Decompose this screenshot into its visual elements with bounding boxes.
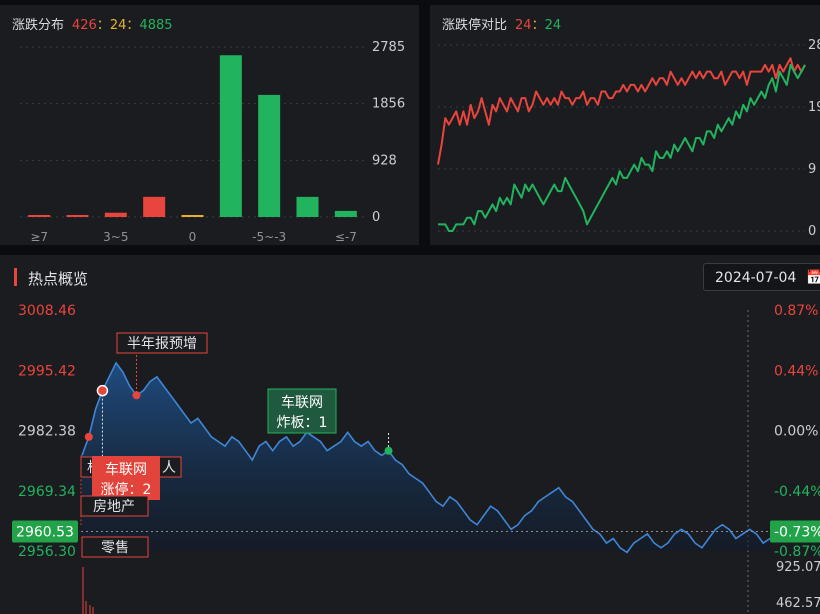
bar [296,196,319,217]
x-tick-label: ≥7 [30,230,48,244]
bar [28,215,51,217]
y-left-tick: 2956.30 [18,544,76,560]
bar [258,94,281,217]
y-right-tick: -0.87% [774,544,820,560]
x-tick-label: 3~5 [103,230,128,244]
annotation-car-network-title: 车联网 [281,394,323,411]
current-price-value: 2960.53 [16,524,74,540]
y-tick-label: 1856 [372,97,405,112]
bar [219,55,242,218]
annotation-retail: 零售 [101,540,129,556]
annotation-limit-up-detail: 涨停：2 [101,481,152,498]
y-tick-label: 9 [808,162,816,177]
y-tick-label: 28 [808,38,820,53]
y-right-tick: 0.00% [774,424,818,440]
y-left-tick: 2969.34 [18,484,76,500]
y-right-tick: 0.87% [774,303,818,319]
series-line [437,57,806,165]
y-right-tick: 0.44% [774,363,818,379]
y-tick-label: 0 [372,210,380,225]
y-right-tick: -0.44% [774,484,820,500]
bar [66,215,89,217]
y-left-tick: 2982.38 [18,424,76,440]
y-left-tick: 3008.46 [18,303,76,319]
volume-tick: 925.07 [776,560,820,575]
event-marker [96,384,109,397]
x-tick-label: -5~-3 [252,230,286,244]
y-tick-label: 19 [808,100,820,115]
x-tick-label: 0 [189,230,197,244]
annotation-limit-up-title: 车联网 [105,461,147,478]
y-tick-label: 928 [372,153,397,168]
event-marker [84,432,93,441]
bar [334,210,357,217]
current-pct-value: -0.73% [774,524,820,540]
distribution-chart: 2785 1856 928 0 ≥7 3~5 0 -5~-3 ≤-7 [20,40,405,244]
price-area [82,362,770,553]
distribution-panel: 涨跌分布 426：24：4885 2785 1856 928 0 ≥7 3~5 0 -5~-3 ≤… [0,5,419,245]
x-tick-label: ≤-7 [335,230,357,244]
annotation-half-year: 半年报预增 [127,336,197,352]
hotspot-chart: 3008.46 0.87% 2995.42 0.44% 2982.38 0.00% 2969… [12,303,820,614]
annotation-robot-suffix: 人 [162,460,176,476]
bar [143,196,166,217]
y-tick-label: 2785 [372,40,405,55]
annotation-car-network-detail: 炸板：1 [277,415,328,431]
volume-tick: 462.57 [776,596,820,611]
event-marker [384,446,393,455]
bar [104,212,127,217]
event-marker [132,391,141,400]
y-tick-label: 0 [808,224,816,239]
limit-compare-chart: 28 19 9 0 [437,38,820,239]
limit-compare-panel: 涨跌停对比24：24 281990 [430,5,820,245]
bar [181,215,204,217]
annotation-real-estate: 房地产 [93,499,135,515]
hotspot-panel: 热点概览 2024-07-04 📅 3008.46 0.87% 2995.42 0.4… [0,255,820,614]
y-left-tick: 2995.42 [18,363,76,379]
